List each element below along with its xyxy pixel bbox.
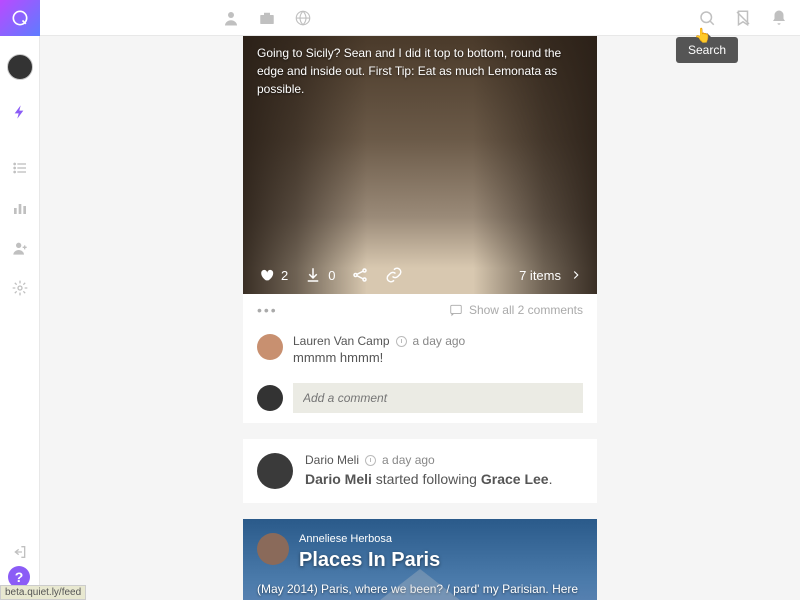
like-count: 2	[281, 268, 288, 283]
profile-icon[interactable]	[222, 9, 240, 27]
post-card: Going to Sicily? Sean and I did it top t…	[243, 36, 597, 423]
commenter-avatar[interactable]	[257, 334, 283, 360]
app-logo[interactable]	[0, 0, 40, 36]
globe-icon[interactable]	[294, 9, 312, 27]
more-options-icon[interactable]: •••	[257, 302, 278, 318]
comment-text: mmmm hmmm!	[293, 350, 583, 365]
link-button[interactable]	[385, 266, 403, 284]
comment-input[interactable]	[293, 383, 583, 413]
bookmark-icon[interactable]	[734, 9, 752, 27]
settings-icon[interactable]	[0, 270, 40, 306]
post-hero-image[interactable]: Going to Sicily? Sean and I did it top t…	[243, 36, 597, 294]
briefcase-icon[interactable]	[258, 9, 276, 27]
follow-avatar[interactable]	[257, 453, 293, 489]
logout-icon[interactable]	[0, 534, 40, 570]
search-icon[interactable]: 👆 Search	[698, 9, 716, 27]
share-button[interactable]	[351, 266, 369, 284]
topbar: 👆 Search	[40, 0, 800, 36]
follow-author[interactable]: Dario Meli	[305, 453, 359, 467]
comment-time: a day ago	[413, 334, 466, 348]
post-hero-image[interactable]: Anneliese Herbosa Places In Paris (May 2…	[243, 519, 597, 600]
follow-card: Dario Meli a day ago Dario Meli started …	[243, 439, 597, 503]
add-user-icon[interactable]	[0, 230, 40, 266]
user-avatar[interactable]	[7, 54, 33, 80]
activity-icon[interactable]	[0, 94, 40, 130]
post-description: Going to Sicily? Sean and I did it top t…	[257, 44, 583, 98]
my-avatar	[257, 385, 283, 411]
sidebar: ?	[0, 0, 40, 600]
download-count: 0	[328, 268, 335, 283]
follow-time: a day ago	[382, 453, 435, 467]
clock-icon	[365, 455, 376, 466]
comment-row: Lauren Van Camp a day ago mmmm hmmm!	[243, 326, 597, 373]
show-comments-link[interactable]: Show all 2 comments	[449, 303, 583, 317]
like-button[interactable]: 2	[257, 266, 288, 284]
download-button[interactable]: 0	[304, 266, 335, 284]
commenter-name[interactable]: Lauren Van Camp	[293, 334, 390, 348]
follow-text: Dario Meli started following Grace Lee.	[305, 471, 583, 487]
feed: Going to Sicily? Sean and I did it top t…	[40, 36, 800, 600]
post-card: Anneliese Herbosa Places In Paris (May 2…	[243, 519, 597, 600]
stats-icon[interactable]	[0, 190, 40, 226]
author-avatar[interactable]	[257, 533, 289, 565]
bell-icon[interactable]	[770, 9, 788, 27]
clock-icon	[396, 336, 407, 347]
status-bar: beta.quiet.ly/feed	[0, 585, 86, 600]
post-author: Anneliese Herbosa	[299, 533, 583, 545]
items-link[interactable]: 7 items	[519, 268, 583, 283]
list-icon[interactable]	[0, 150, 40, 186]
